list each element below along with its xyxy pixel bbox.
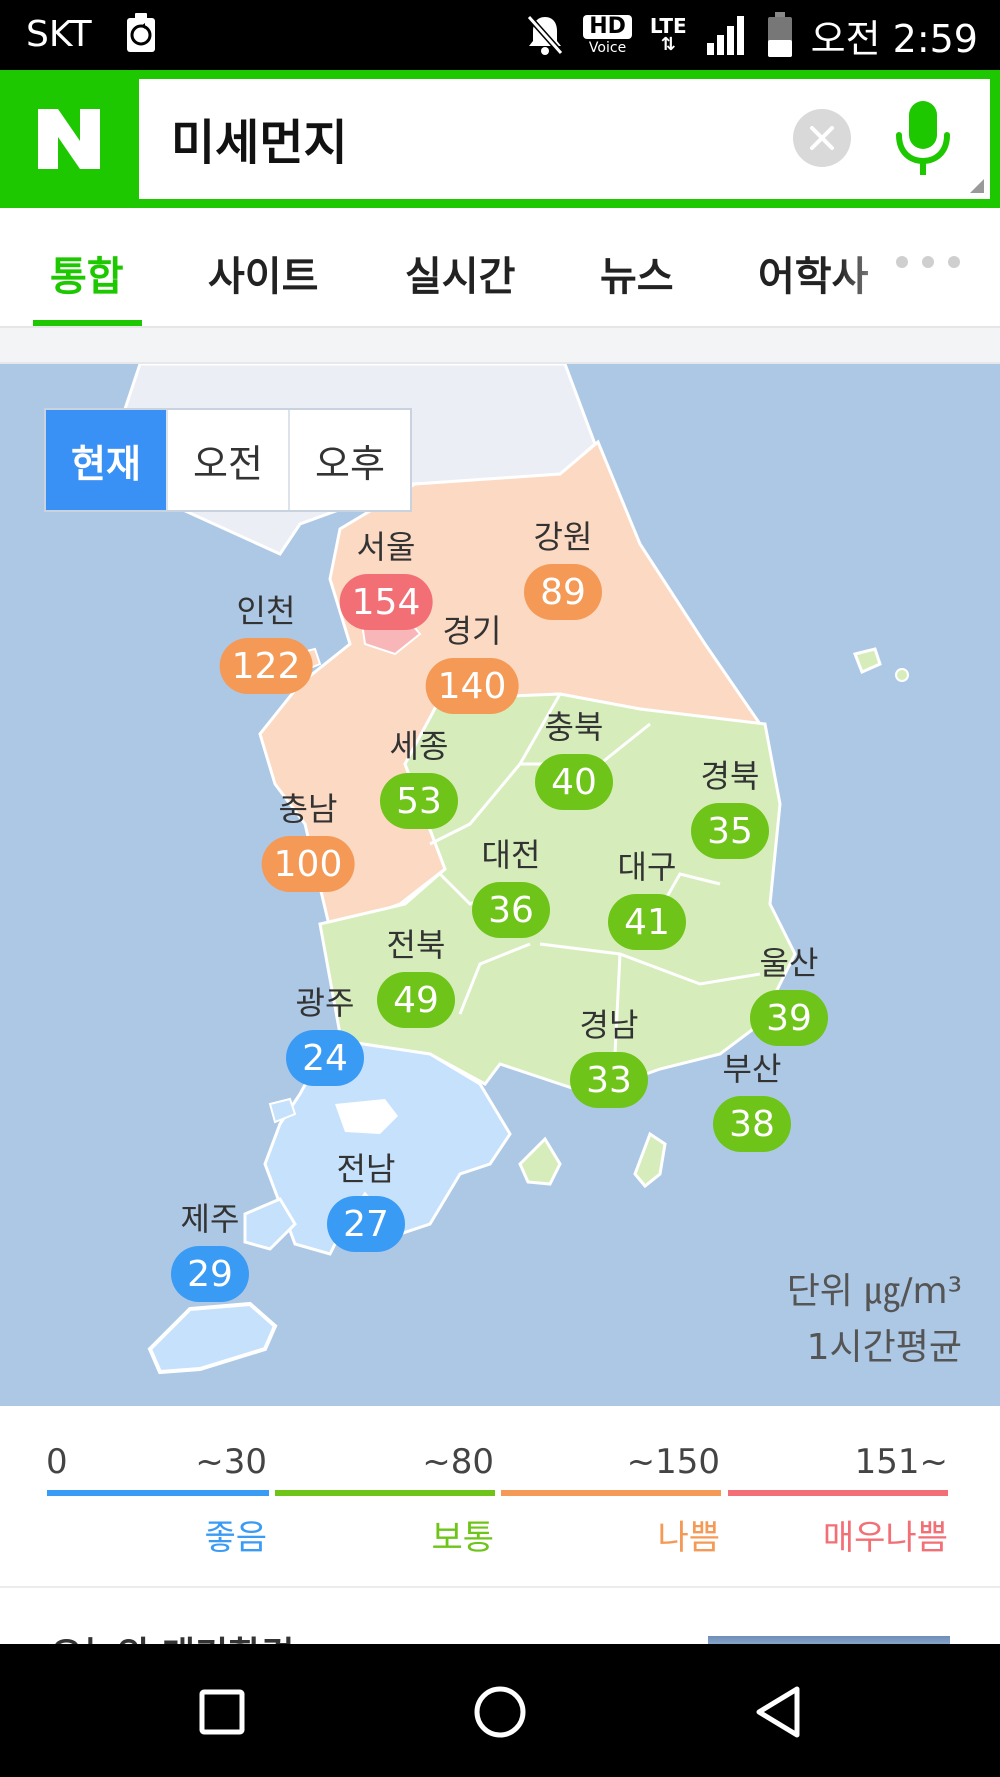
signal-icon bbox=[706, 16, 744, 55]
toggle-afternoon[interactable]: 오후 bbox=[288, 410, 410, 510]
unit-note: 단위 ㎍/m³ 1시간평균 bbox=[787, 1264, 962, 1376]
region-value: 49 bbox=[377, 972, 455, 1028]
clear-search-button[interactable] bbox=[793, 109, 851, 167]
region-sejong[interactable]: 세종 53 bbox=[380, 721, 458, 829]
status-bar: SKT HD Voice LTE ⇅ 오전 2:59 bbox=[0, 0, 1000, 70]
mute-icon bbox=[526, 15, 564, 55]
region-gangwon[interactable]: 강원 89 bbox=[524, 512, 602, 620]
legend-range-normal: ~80 bbox=[422, 1442, 494, 1482]
naver-logo[interactable] bbox=[0, 70, 138, 208]
region-value: 154 bbox=[339, 574, 433, 630]
legend-range-verybad: 151~ bbox=[854, 1442, 948, 1482]
section-title[interactable]: 오늘의 대기환경 bbox=[50, 1626, 294, 1644]
region-value: 100 bbox=[261, 836, 355, 892]
average-label: 1시간평균 bbox=[806, 1327, 962, 1368]
search-tabs: 통합 사이트 실시간 뉴스 어학사 bbox=[0, 208, 1000, 328]
region-value: 35 bbox=[691, 803, 769, 859]
region-gyeonggi[interactable]: 경기 140 bbox=[425, 606, 519, 714]
legend-start: 0 bbox=[46, 1442, 68, 1482]
region-value: 39 bbox=[750, 990, 828, 1046]
legend-bar-normal bbox=[275, 1490, 495, 1496]
section-thumbnail[interactable] bbox=[708, 1636, 950, 1644]
hd-voice-icon: HD Voice bbox=[583, 15, 632, 55]
search-input[interactable] bbox=[169, 97, 773, 179]
lte-icon: LTE ⇅ bbox=[649, 14, 687, 55]
legend-label-good: 좋음 bbox=[204, 1518, 267, 1558]
fine-dust-map: 현재 오전 오후 서울 154 강원 89 인천 122 경기 140 충북 4… bbox=[0, 364, 1000, 1406]
region-daejeon[interactable]: 대전 36 bbox=[472, 830, 550, 938]
legend-bar-good bbox=[47, 1490, 269, 1496]
navigation-bar bbox=[0, 1644, 1000, 1777]
region-busan[interactable]: 부산 38 bbox=[713, 1044, 791, 1152]
legend-range-bad: ~150 bbox=[626, 1442, 720, 1482]
unit-label: 단위 ㎍/m³ bbox=[786, 1271, 962, 1312]
legend-bar-bad bbox=[501, 1490, 721, 1496]
region-value: 38 bbox=[713, 1096, 791, 1152]
region-value: 27 bbox=[327, 1196, 405, 1252]
recycle-icon bbox=[127, 13, 155, 52]
region-gwangju[interactable]: 광주 24 bbox=[286, 978, 364, 1086]
legend-label-bad: 나쁨 bbox=[657, 1518, 720, 1558]
resize-handle bbox=[970, 179, 984, 193]
legend-label-verybad: 매우나쁨 bbox=[822, 1518, 948, 1558]
time-toggle: 현재 오전 오후 bbox=[44, 408, 412, 512]
region-value: 41 bbox=[608, 894, 686, 950]
region-chungnam[interactable]: 충남 100 bbox=[261, 784, 355, 892]
search-box bbox=[139, 79, 990, 199]
clock: 오전 2:59 bbox=[810, 16, 978, 61]
naver-n-icon bbox=[38, 109, 100, 169]
section-divider bbox=[0, 328, 1000, 364]
region-value: 53 bbox=[380, 773, 458, 829]
more-tabs-icon[interactable] bbox=[896, 256, 960, 268]
level-legend: 0 ~30 ~80 ~150 151~ 좋음 보통 나쁨 매우나쁨 bbox=[0, 1406, 1000, 1588]
region-gyeongnam[interactable]: 경남 33 bbox=[570, 1000, 648, 1108]
region-value: 140 bbox=[425, 658, 519, 714]
region-ulsan[interactable]: 울산 39 bbox=[750, 938, 828, 1046]
region-value: 89 bbox=[524, 564, 602, 620]
status-icons: HD Voice LTE ⇅ 오전 2:59 bbox=[525, 10, 978, 61]
region-gyeongbuk[interactable]: 경북 35 bbox=[691, 751, 769, 859]
region-value: 33 bbox=[570, 1052, 648, 1108]
region-jeonnam[interactable]: 전남 27 bbox=[327, 1144, 405, 1252]
back-icon bbox=[756, 1686, 800, 1738]
search-header bbox=[0, 70, 1000, 208]
close-icon bbox=[810, 126, 834, 150]
region-value: 122 bbox=[219, 638, 313, 694]
region-value: 40 bbox=[535, 754, 613, 810]
region-value: 29 bbox=[171, 1246, 249, 1302]
home-icon bbox=[474, 1686, 526, 1738]
region-jeonbuk[interactable]: 전북 49 bbox=[377, 920, 455, 1028]
toggle-now[interactable]: 현재 bbox=[46, 410, 166, 510]
carrier-label: SKT bbox=[26, 14, 92, 55]
mic-icon[interactable] bbox=[893, 101, 953, 181]
active-tab-indicator bbox=[33, 320, 142, 326]
legend-bar-verybad bbox=[728, 1490, 948, 1496]
next-section: 오늘의 대기환경 bbox=[0, 1588, 1000, 1644]
tab-news[interactable]: 뉴스 bbox=[600, 244, 674, 302]
home-button[interactable] bbox=[460, 1672, 540, 1752]
legend-label-normal: 보통 bbox=[431, 1518, 494, 1558]
battery-icon bbox=[767, 12, 792, 57]
legend-range-good: ~30 bbox=[195, 1442, 267, 1482]
region-value: 24 bbox=[286, 1030, 364, 1086]
toggle-morning[interactable]: 오전 bbox=[166, 410, 288, 510]
region-daegu[interactable]: 대구 41 bbox=[608, 842, 686, 950]
region-incheon[interactable]: 인천 122 bbox=[219, 586, 313, 694]
recent-apps-icon bbox=[199, 1689, 245, 1735]
region-value: 36 bbox=[472, 882, 550, 938]
back-button[interactable] bbox=[738, 1672, 818, 1752]
region-seoul[interactable]: 서울 154 bbox=[339, 522, 433, 630]
region-jeju[interactable]: 제주 29 bbox=[171, 1194, 249, 1302]
tab-site[interactable]: 사이트 bbox=[208, 244, 318, 302]
recent-apps-button[interactable] bbox=[182, 1672, 262, 1752]
tab-integrated[interactable]: 통합 bbox=[50, 244, 124, 302]
tab-realtime[interactable]: 실시간 bbox=[405, 244, 515, 302]
region-chungbuk[interactable]: 충북 40 bbox=[535, 702, 613, 810]
